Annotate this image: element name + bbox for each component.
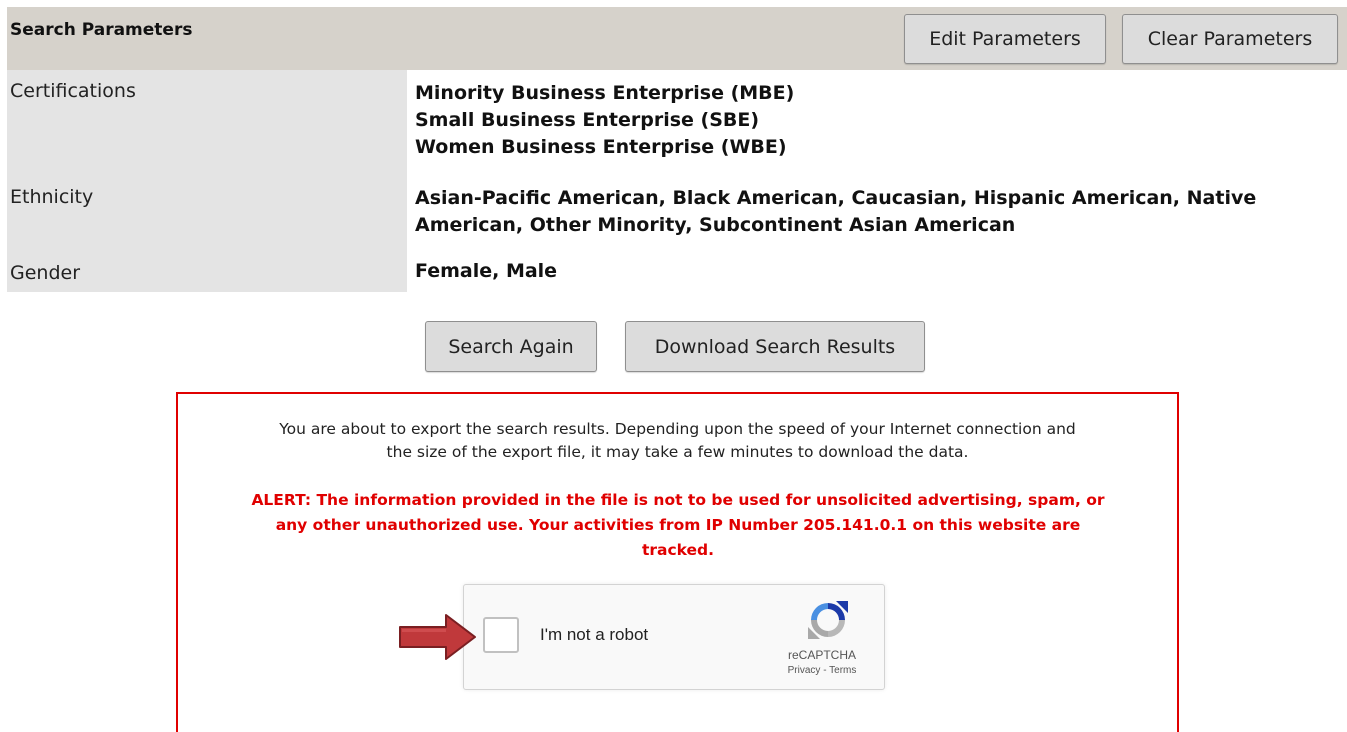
recaptcha-logo-icon — [808, 601, 848, 639]
edit-parameters-button[interactable]: Edit Parameters — [904, 14, 1106, 64]
gender-line: Female, Male — [415, 260, 558, 282]
export-alert-line: tracked. — [641, 541, 715, 559]
arrow-right-icon — [399, 614, 476, 660]
recaptcha-label: I'm not a robot — [540, 625, 649, 644]
export-info-text: You are about to export the search resul… — [178, 418, 1177, 464]
recaptcha-link-separator: - — [820, 665, 830, 676]
ethnicity-line: Asian-Pacific American, Black American, … — [415, 187, 1257, 209]
ethnicity-value: Asian-Pacific American, Black American, … — [415, 185, 1335, 239]
recaptcha-brand: reCAPTCHA — [787, 648, 856, 662]
recaptcha-checkbox[interactable] — [483, 617, 519, 653]
download-search-results-button[interactable]: Download Search Results — [625, 321, 925, 372]
certification-item: Women Business Enterprise (WBE) — [415, 136, 787, 158]
gender-value: Female, Male — [415, 258, 1335, 285]
certifications-value: Minority Business Enterprise (MBE) Small… — [415, 80, 1335, 161]
gender-label: Gender — [7, 252, 407, 292]
export-info-line: You are about to export the search resul… — [279, 420, 1076, 438]
ethnicity-line: American, Other Minority, Subcontinent A… — [415, 214, 1016, 236]
recaptcha-links: Privacy - Terms — [769, 665, 875, 676]
ethnicity-label: Ethnicity — [7, 176, 407, 252]
export-alert-line: any other unauthorized use. Your activit… — [275, 516, 1081, 534]
recaptcha-privacy-link[interactable]: Privacy — [788, 665, 821, 676]
export-alert-text: ALERT: The information provided in the f… — [198, 488, 1158, 563]
search-parameters-title: Search Parameters — [10, 20, 193, 40]
export-info-line: the size of the export file, it may take… — [386, 443, 969, 461]
search-again-button[interactable]: Search Again — [425, 321, 597, 372]
export-alert-line: ALERT: The information provided in the f… — [251, 491, 1105, 509]
recaptcha-terms-link[interactable]: Terms — [829, 665, 856, 676]
recaptcha-widget: I'm not a robot reCAPTCHA Privacy - Term… — [463, 584, 885, 690]
certification-item: Minority Business Enterprise (MBE) — [415, 82, 795, 104]
clear-parameters-button[interactable]: Clear Parameters — [1122, 14, 1338, 64]
certifications-label: Certifications — [7, 70, 407, 176]
certification-item: Small Business Enterprise (SBE) — [415, 109, 760, 131]
